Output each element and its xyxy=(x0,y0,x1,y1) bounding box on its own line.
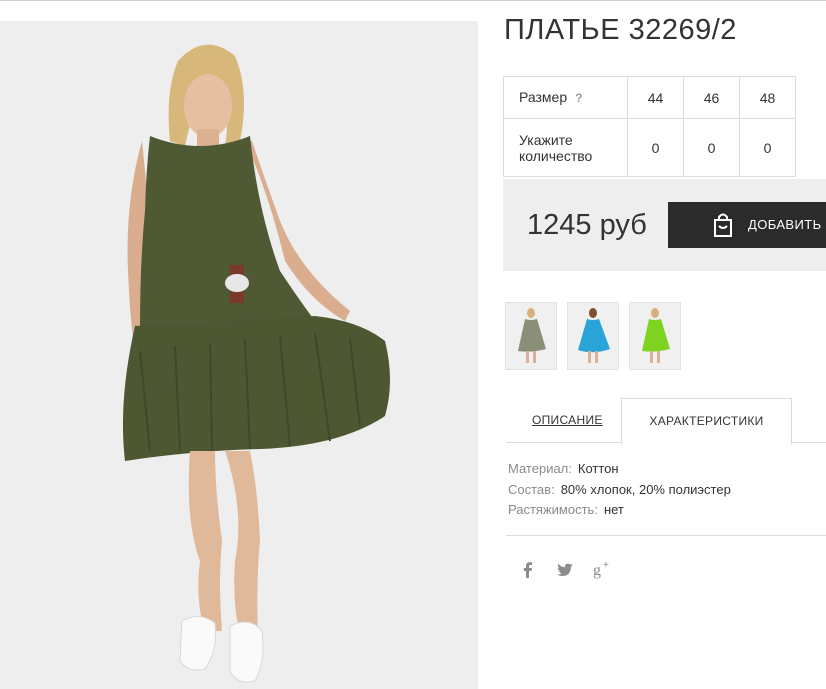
spec-value: Коттон xyxy=(577,461,619,476)
size-46: 46 xyxy=(683,76,740,119)
top-divider xyxy=(0,0,826,1)
thumbnail-blue-image xyxy=(578,308,610,363)
add-to-cart-label: ДОБАВИТЬ В xyxy=(748,217,826,232)
facebook-icon[interactable] xyxy=(516,558,540,582)
twitter-icon[interactable] xyxy=(553,558,577,582)
size-table: Размер? 44 46 48 Укажите количество 0 0 … xyxy=(503,76,796,177)
spec-key: Материал: xyxy=(508,461,572,476)
thumbnail-blue[interactable] xyxy=(567,302,619,370)
section-divider xyxy=(506,535,826,536)
spec-value: нет xyxy=(603,502,624,517)
thumbnail-green[interactable] xyxy=(629,302,681,370)
thumbnail-olive[interactable] xyxy=(505,302,557,370)
product-title: ПЛАТЬЕ 32269/2 xyxy=(504,14,737,46)
size-help-icon[interactable]: ? xyxy=(575,91,582,105)
price: 1245 руб xyxy=(527,209,647,241)
quantity-input-44[interactable]: 0 xyxy=(627,118,684,177)
spec-stretch: Растяжимость: нет xyxy=(508,502,624,517)
price-bar: 1245 руб ДОБАВИТЬ В xyxy=(503,179,826,271)
thumbnail-green-image xyxy=(642,308,670,363)
googleplus-icon[interactable]: g + xyxy=(591,558,615,582)
thumbnail-olive-image xyxy=(518,308,546,363)
spec-key: Состав: xyxy=(508,482,555,497)
quantity-input-48[interactable]: 0 xyxy=(739,118,796,177)
spec-material: Материал: Коттон xyxy=(508,461,619,476)
shopping-bag-icon xyxy=(714,213,732,237)
spec-key: Растяжимость: xyxy=(508,502,598,517)
spec-composition: Состав: 80% хлопок, 20% полиэстер xyxy=(508,482,731,497)
quantity-label: Укажите количество xyxy=(503,118,628,177)
size-44: 44 xyxy=(627,76,684,119)
svg-text:+: + xyxy=(603,560,609,571)
tab-characteristics[interactable]: ХАРАКТЕРИСТИКИ xyxy=(621,398,792,445)
product-photo[interactable] xyxy=(0,21,478,689)
size-label: Размер xyxy=(519,89,568,105)
product-photo-illustration xyxy=(122,44,390,683)
spec-value: 80% хлопок, 20% полиэстер xyxy=(560,482,731,497)
quantity-input-46[interactable]: 0 xyxy=(683,118,740,177)
tab-description[interactable]: ОПИСАНИЕ xyxy=(532,413,603,427)
size-label-cell: Размер? xyxy=(503,76,628,119)
add-to-cart-button[interactable]: ДОБАВИТЬ В xyxy=(668,202,826,248)
svg-text:g: g xyxy=(593,562,601,579)
size-48: 48 xyxy=(739,76,796,119)
